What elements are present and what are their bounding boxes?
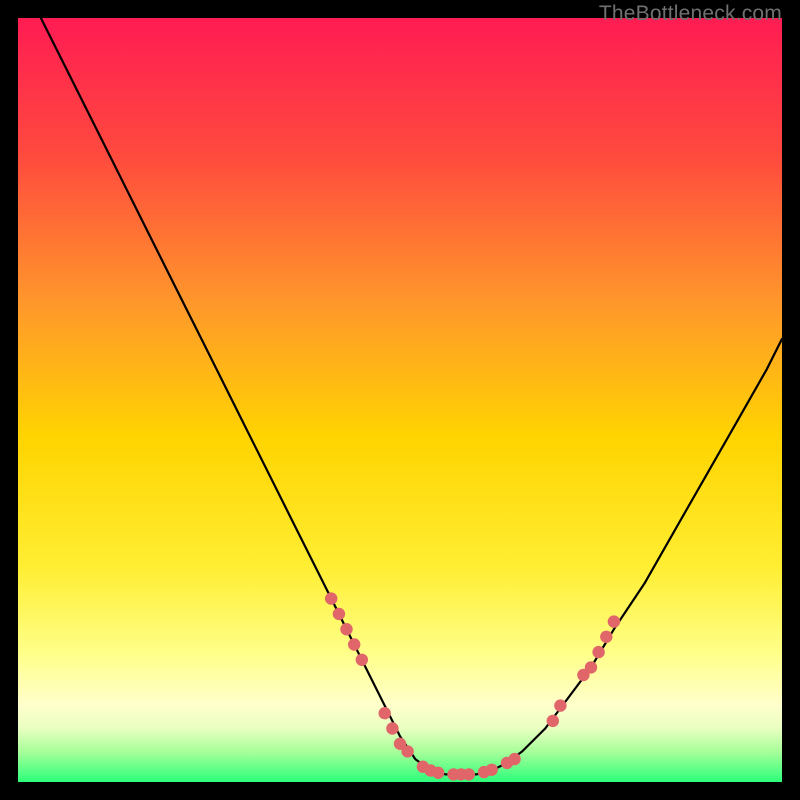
gradient-background <box>18 18 782 782</box>
curve-dot <box>340 623 352 635</box>
curve-dot <box>379 707 391 719</box>
watermark-text: TheBottleneck.com <box>599 2 782 26</box>
curve-dot <box>348 638 360 650</box>
curve-dot <box>333 608 345 620</box>
curve-dot <box>486 764 498 776</box>
curve-dot <box>554 699 566 711</box>
curve-dot <box>401 745 413 757</box>
curve-dot <box>608 615 620 627</box>
curve-dot <box>508 753 520 765</box>
curve-dot <box>432 767 444 779</box>
chart-frame <box>18 18 782 782</box>
curve-dot <box>356 654 368 666</box>
curve-dot <box>325 592 337 604</box>
curve-dot <box>585 661 597 673</box>
curve-dot <box>600 631 612 643</box>
curve-dot <box>386 722 398 734</box>
curve-dot <box>547 715 559 727</box>
curve-dot <box>463 768 475 780</box>
curve-dot <box>592 646 604 658</box>
bottleneck-chart <box>18 18 782 782</box>
